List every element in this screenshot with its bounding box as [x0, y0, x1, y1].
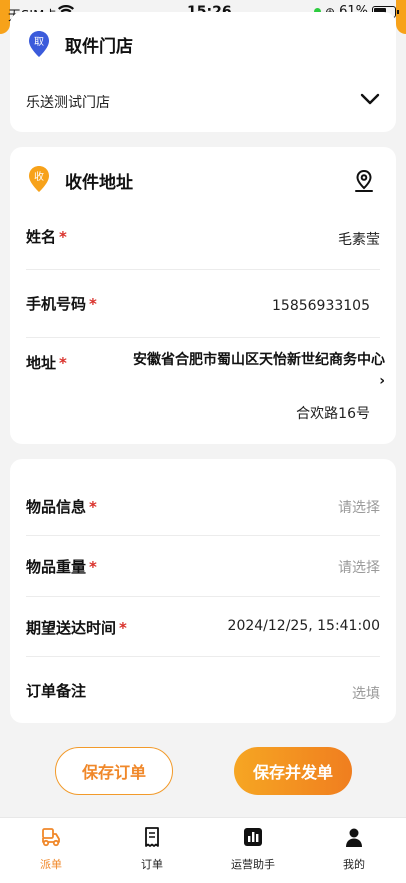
divider	[26, 596, 380, 597]
name-field[interactable]: 毛素莹	[338, 229, 380, 249]
recipient-pin-icon: 收	[29, 166, 49, 192]
receipt-icon	[145, 827, 159, 847]
scooter-icon	[42, 828, 60, 847]
tab-operations-label: 运营助手	[231, 858, 275, 871]
address-label: 地址 *	[26, 354, 67, 372]
phone-field[interactable]: 15856933105	[272, 298, 370, 314]
pickup-store-title: 取件门店	[65, 37, 133, 57]
tab-orders[interactable]: 订单	[112, 826, 192, 872]
tab-profile[interactable]: 我的	[314, 826, 394, 872]
address-field[interactable]: 安徽省合肥市蜀山区天怡新世纪商务中心 ›	[130, 350, 385, 392]
store-select[interactable]: 乐送测试门店	[26, 92, 110, 112]
delivery-time-picker[interactable]: 2024/12/25, 15:41:00	[228, 618, 380, 634]
name-label: 姓名 *	[26, 228, 67, 246]
address-detail[interactable]: 合欢路16号	[296, 403, 370, 423]
tab-dispatch[interactable]: 派单	[11, 826, 91, 872]
save-order-button[interactable]: 保存订单	[55, 747, 173, 795]
pickup-badge-text: 取	[34, 36, 44, 48]
tab-profile-label: 我的	[343, 858, 365, 871]
chart-icon	[244, 828, 262, 846]
divider	[26, 535, 380, 536]
pickup-store-card: 取 取件门店 乐送测试门店	[10, 12, 396, 132]
phone-label: 手机号码 *	[26, 295, 97, 313]
tab-orders-label: 订单	[141, 858, 163, 871]
item-weight-label: 物品重量 *	[26, 558, 97, 576]
recipient-card: 收 收件地址 姓名 * 毛素莹 手机号码 * 15856933105 地址 *	[10, 147, 396, 444]
tab-dispatch-label: 派单	[40, 858, 62, 871]
recipient-badge-text: 收	[34, 170, 44, 183]
pickup-pin-icon: 取	[29, 31, 49, 57]
item-info-label: 物品信息 *	[26, 498, 97, 516]
divider	[26, 656, 380, 657]
bottom-tab-bar: 派单 订单 运营助手 我的	[0, 817, 406, 883]
item-info-card: 物品信息 * 请选择 物品重量 * 请选择 期望送达时间 * 2024/12/25, …	[10, 459, 396, 723]
delivery-time-label: 期望送达时间 *	[26, 619, 127, 637]
person-icon	[346, 828, 362, 847]
item-info-select[interactable]: 请选择	[338, 497, 380, 517]
recipient-title: 收件地址	[65, 173, 133, 193]
save-and-dispatch-button[interactable]: 保存并发单	[234, 747, 352, 795]
divider	[26, 269, 380, 270]
chevron-down-icon[interactable]	[360, 92, 380, 106]
order-note-input[interactable]: 选填	[352, 683, 380, 703]
item-weight-select[interactable]: 请选择	[338, 557, 380, 577]
tab-operations[interactable]: 运营助手	[213, 826, 293, 872]
chevron-right-icon: ›	[379, 373, 385, 389]
divider	[26, 337, 380, 338]
location-picker-icon[interactable]	[354, 169, 374, 193]
order-note-label: 订单备注	[26, 682, 87, 700]
